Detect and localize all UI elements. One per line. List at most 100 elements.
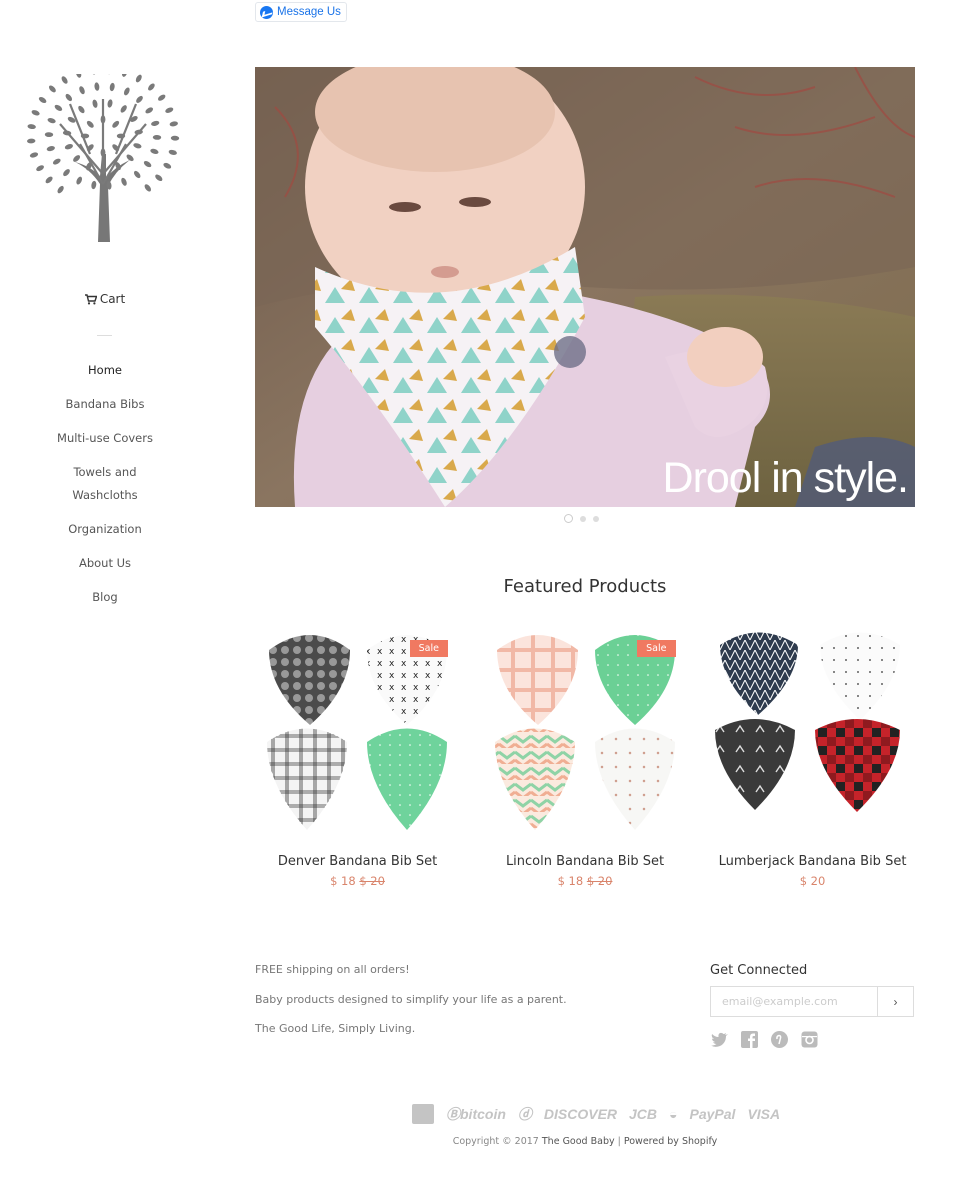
tree-leaf: [57, 185, 64, 194]
product-card[interactable]: Lumberjack Bandana Bib Set $ 20: [710, 620, 915, 888]
american-express-icon: [412, 1104, 434, 1124]
nav-item-about-us[interactable]: About Us: [0, 552, 210, 575]
tree-leaf: [152, 134, 162, 140]
tree-leaf: [150, 148, 159, 155]
twitter-icon[interactable]: [710, 1030, 729, 1049]
footer-line: Baby products designed to simplify your …: [255, 992, 567, 1006]
facebook-icon[interactable]: [740, 1030, 759, 1049]
tree-leaf: [120, 105, 127, 113]
tree-leaf: [75, 74, 82, 78]
sale-badge: Sale: [637, 640, 676, 657]
hero-image: [255, 67, 915, 507]
tree-leaf: [121, 177, 127, 186]
nav-item-towels-and-washcloths[interactable]: Towels and Washcloths: [0, 461, 210, 506]
tree-leaf: [133, 170, 141, 179]
product-image[interactable]: [710, 620, 915, 835]
store-name-link[interactable]: The Good Baby: [542, 1136, 615, 1147]
footer-info: FREE shipping on all orders! Baby produc…: [255, 963, 567, 1052]
slide-dot-2[interactable]: [580, 515, 586, 522]
tree-leaf: [123, 87, 130, 96]
tree-leaf: [52, 158, 61, 165]
tree-leaf: [148, 83, 155, 91]
tree-leaf: [54, 104, 63, 111]
copyright: Copyright © 2017 The Good Baby | Powered…: [452, 1136, 718, 1147]
message-us-button[interactable]: Message Us: [255, 2, 347, 22]
tree-leaf: [143, 161, 152, 168]
sidebar-nav: Home Bandana Bibs Multi-use Covers Towel…: [0, 359, 210, 620]
tree-leaf: [63, 169, 70, 177]
product-name[interactable]: Lincoln Bandana Bib Set: [483, 854, 688, 869]
newsletter-section: Get Connected ›: [710, 963, 914, 1049]
tree-leaf: [73, 155, 81, 162]
tree-leaf: [44, 132, 54, 138]
slideshow-dots: [564, 514, 599, 523]
tree-leaf: [45, 176, 53, 184]
compare-price: $ 20: [359, 874, 385, 888]
slide-dot-3[interactable]: [593, 515, 599, 522]
featured-products-title: Featured Products: [503, 576, 667, 597]
tree-leaf: [31, 110, 40, 116]
nav-item-home[interactable]: Home: [0, 359, 210, 382]
product-name[interactable]: Denver Bandana Bib Set: [255, 854, 460, 869]
tree-leaf: [36, 165, 44, 172]
product-name[interactable]: Lumberjack Bandana Bib Set: [710, 854, 915, 869]
tree-leaf: [27, 124, 36, 130]
tree-leaf: [135, 74, 142, 83]
tree-leaf: [169, 121, 178, 127]
cart-label: Cart: [99, 292, 126, 306]
product-price: $ 20: [799, 874, 826, 888]
powered-by-shopify-link[interactable]: Powered by Shopify: [624, 1136, 717, 1147]
cart-link[interactable]: Cart: [0, 292, 210, 306]
footer-line: FREE shipping on all orders!: [255, 963, 410, 976]
tree-leaf: [27, 138, 36, 144]
cart-icon: [84, 293, 97, 304]
tree-logo[interactable]: [20, 74, 186, 242]
tree-leaf: [151, 120, 160, 126]
get-connected-title: Get Connected: [710, 963, 808, 978]
product-price: $ 18 $ 20: [330, 874, 385, 888]
tree-leaf: [136, 95, 143, 103]
nav-item-organization[interactable]: Organization: [0, 518, 210, 541]
nav-item-multi-use-covers[interactable]: Multi-use Covers: [0, 427, 210, 450]
tree-leaf: [91, 74, 97, 75]
tree-leaf: [168, 149, 177, 155]
tree-leaf: [78, 105, 85, 114]
tree-leaf: [47, 117, 56, 124]
product-card[interactable]: Sale Lincoln Bandana Bib Set $ 18 $ 20: [483, 620, 688, 888]
tree-leaf: [38, 96, 47, 104]
tree-leaf: [48, 85, 56, 93]
tree-leaf: [126, 154, 134, 162]
pinterest-icon[interactable]: [770, 1030, 789, 1049]
tree-leaf: [157, 94, 166, 101]
sale-badge: Sale: [409, 640, 448, 657]
tree-leaf: [109, 82, 115, 92]
tree-leaf: [165, 107, 174, 113]
product-image[interactable]: Sale: [483, 620, 688, 835]
bitcoin-icon: Ⓑbitcoin: [446, 1106, 506, 1122]
product-grid: x Sale Denver Bandana Bib Set $ 18 $ 20: [255, 620, 915, 888]
product-card[interactable]: x Sale Denver Bandana Bib Set $ 18 $ 20: [255, 620, 460, 888]
tree-leaf: [163, 162, 172, 169]
discover-icon: DISCOVER: [543, 1106, 618, 1122]
social-links: [710, 1030, 914, 1049]
subscribe-button[interactable]: ›: [877, 987, 913, 1016]
tree-leaf: [61, 76, 68, 84]
compare-price: $ 20: [586, 874, 613, 888]
tree-leaf: [46, 146, 55, 152]
tree-leaf: [76, 176, 83, 185]
jcb-icon: JCB: [629, 1106, 658, 1122]
message-us-label: Message Us: [277, 6, 341, 18]
tree-leaf: [92, 99, 98, 108]
nav-item-bandana-bibs[interactable]: Bandana Bibs: [0, 393, 210, 416]
instagram-icon[interactable]: [800, 1030, 819, 1049]
tree-leaf: [79, 86, 85, 95]
tree-leaf: [107, 99, 113, 108]
email-input[interactable]: [711, 987, 877, 1016]
hero-slideshow[interactable]: Drool in style.: [255, 67, 915, 507]
product-price: $ 18 $ 20: [557, 874, 613, 888]
product-image[interactable]: x Sale: [255, 620, 460, 835]
slide-dot-1[interactable]: [564, 514, 573, 523]
nav-item-blog[interactable]: Blog: [0, 586, 210, 609]
tree-leaf: [86, 120, 94, 128]
footer-line: The Good Life, Simply Living.: [255, 1022, 416, 1035]
